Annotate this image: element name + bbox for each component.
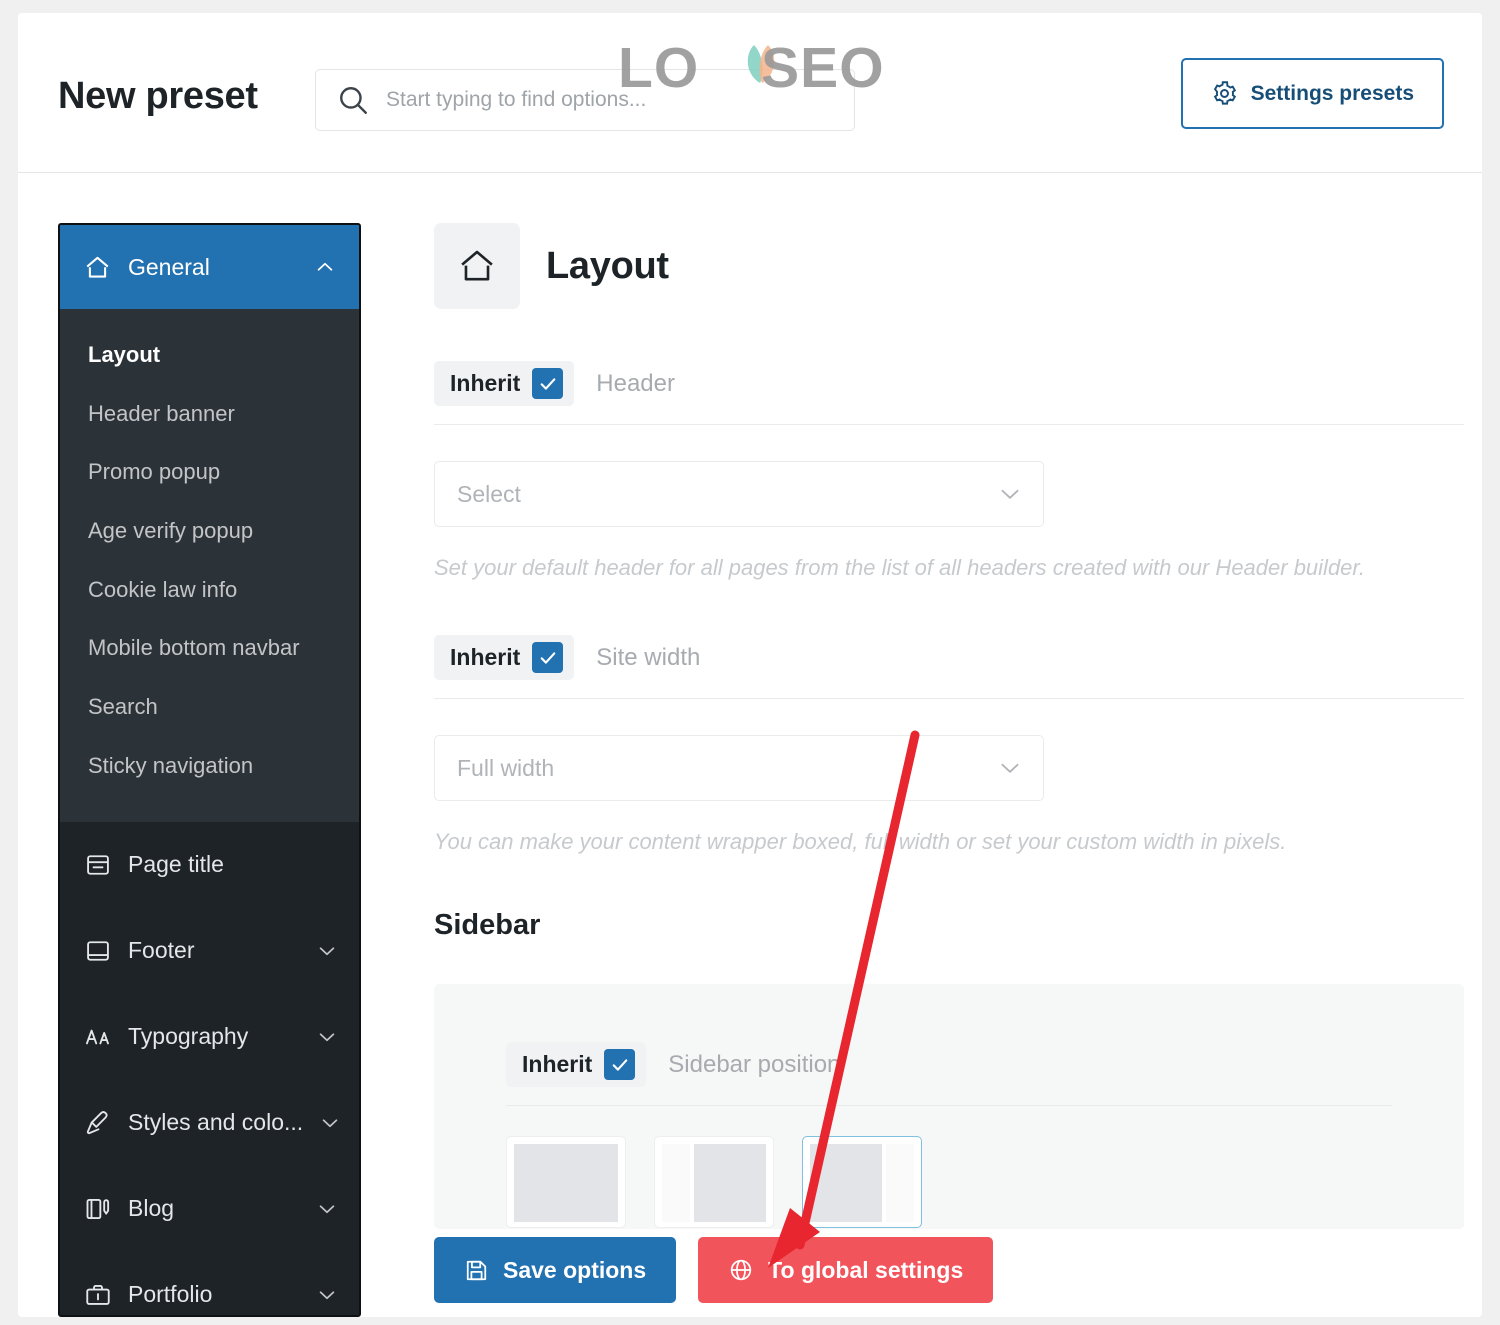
sidebar-item-search[interactable]: Search — [60, 678, 359, 737]
inherit-toggle-site-width[interactable]: Inherit — [434, 635, 575, 680]
sidebar-group-general[interactable]: General — [60, 225, 359, 309]
inherit-toggle-header[interactable]: Inherit — [434, 361, 575, 406]
sidebar-item-header-banner[interactable]: Header banner — [60, 385, 359, 444]
top-bar: New preset Settings presets — [18, 13, 1482, 173]
page-title: New preset — [58, 75, 258, 117]
chevron-down-icon[interactable] — [316, 1026, 338, 1048]
preview-content-block — [514, 1144, 618, 1222]
field-header-head: Inherit Header — [434, 361, 1464, 406]
sidebar-group-portfolio-label: Portfolio — [128, 1281, 213, 1307]
sidebar-item-layout[interactable]: Layout — [60, 326, 359, 385]
sidebar-group-footer-label: Footer — [128, 937, 195, 963]
brush-icon — [84, 1109, 112, 1137]
globe-icon — [728, 1257, 754, 1283]
sidebar-group-blog-label: Blog — [128, 1195, 175, 1221]
search-icon — [336, 83, 370, 117]
chevron-down-icon[interactable] — [997, 755, 1023, 781]
sidebar-position-options — [506, 1136, 1464, 1228]
inherit-checkbox[interactable] — [532, 368, 564, 399]
sidebar-item-mobile-bottom-navbar[interactable]: Mobile bottom navbar — [60, 619, 359, 678]
field-site-width-head: Inherit Site width — [434, 635, 1464, 680]
header-select-value: Select — [457, 480, 521, 507]
chevron-down-icon[interactable] — [316, 1198, 338, 1220]
field-label-header: Header — [596, 369, 675, 397]
page-title-icon — [84, 851, 112, 879]
chevron-down-icon[interactable] — [316, 940, 338, 962]
sidebar-block-title: Sidebar — [434, 909, 541, 941]
inherit-label: Inherit — [450, 644, 521, 670]
site-width-help-text: You can make your content wrapper boxed,… — [434, 829, 1287, 854]
preview-sidebar-block — [662, 1144, 690, 1222]
sidebar-group-page-title[interactable]: Page title — [60, 822, 359, 908]
sidebar-settings-panel: Inherit Sidebar position — [434, 984, 1464, 1229]
home-icon — [83, 253, 112, 282]
preview-sidebar-block — [886, 1144, 914, 1222]
divider — [434, 424, 1464, 425]
footer-icon — [84, 937, 112, 965]
search-box[interactable] — [315, 69, 855, 131]
typography-icon — [84, 1023, 112, 1051]
sidebar-option-no-sidebar[interactable] — [506, 1136, 626, 1228]
settings-presets-button[interactable]: Settings presets — [1180, 58, 1444, 129]
sidebar-item-age-verify-popup[interactable]: Age verify popup — [60, 502, 359, 561]
to-global-settings-button[interactable]: To global settings — [698, 1237, 994, 1303]
sidebar-item-cookie-law-info[interactable]: Cookie law info — [60, 561, 359, 620]
site-width-select[interactable]: Full width — [434, 735, 1044, 801]
to-global-settings-label: To global settings — [768, 1256, 964, 1283]
gear-icon — [1211, 80, 1238, 107]
sidebar-group-typography-label: Typography — [128, 1023, 249, 1049]
chevron-down-icon[interactable] — [319, 1112, 341, 1134]
preview-content-block — [694, 1144, 766, 1222]
section-title: Layout — [546, 244, 669, 287]
header-help-text: Set your default header for all pages fr… — [434, 555, 1366, 580]
sidebar-group-styles-and-colors-label: Styles and colo... — [128, 1109, 304, 1135]
sidebar-submenu: Layout Header banner Promo popup Age ver… — [60, 309, 359, 822]
app-window: New preset Settings presets — [18, 13, 1482, 1317]
inherit-checkbox[interactable] — [604, 1049, 636, 1080]
sidebar-group-general-label: General — [128, 253, 210, 280]
sidebar-group-page-title-label: Page title — [128, 851, 224, 877]
chevron-up-icon[interactable] — [314, 256, 336, 278]
header-select[interactable]: Select — [434, 461, 1044, 527]
home-icon — [434, 223, 520, 309]
body-split: General Layout Header banner Promo popup… — [18, 173, 1482, 1317]
sidebar-group-portfolio[interactable]: Portfolio — [60, 1252, 359, 1316]
save-options-button[interactable]: Save options — [434, 1237, 677, 1303]
chevron-down-icon[interactable] — [316, 1284, 338, 1306]
inherit-toggle-sidebar-position[interactable]: Inherit — [506, 1042, 647, 1087]
field-sidebar-position-head: Inherit Sidebar position — [506, 1042, 1464, 1087]
inherit-checkbox[interactable] — [532, 642, 564, 673]
sidebar-option-sidebar-left[interactable] — [654, 1136, 774, 1228]
settings-main-panel: Layout Inherit Header Select Set your de… — [420, 173, 1464, 1317]
section-header: Layout — [434, 223, 1464, 309]
preview-content-block — [810, 1144, 882, 1222]
action-bar: Save options To global settings — [434, 1237, 994, 1303]
field-label-sidebar-position: Sidebar position — [668, 1050, 841, 1078]
settings-presets-label: Settings presets — [1250, 81, 1414, 105]
sidebar-item-promo-popup[interactable]: Promo popup — [60, 443, 359, 502]
inherit-label: Inherit — [450, 370, 521, 396]
field-label-site-width: Site width — [596, 643, 701, 671]
search-input[interactable] — [386, 88, 834, 112]
sidebar-option-sidebar-right[interactable] — [802, 1136, 922, 1228]
chevron-down-icon[interactable] — [997, 481, 1023, 507]
blog-icon — [84, 1195, 112, 1223]
divider — [434, 698, 1464, 699]
inherit-label: Inherit — [522, 1051, 593, 1077]
sidebar-group-typography[interactable]: Typography — [60, 994, 359, 1080]
sidebar-item-sticky-navigation[interactable]: Sticky navigation — [60, 737, 359, 796]
settings-sidebar: General Layout Header banner Promo popup… — [58, 223, 361, 1317]
sidebar-group-footer[interactable]: Footer — [60, 908, 359, 994]
site-width-select-value: Full width — [457, 754, 555, 781]
sidebar-group-blog[interactable]: Blog — [60, 1166, 359, 1252]
save-disk-icon — [464, 1258, 489, 1283]
save-options-label: Save options — [503, 1256, 647, 1283]
portfolio-icon — [84, 1281, 112, 1309]
divider — [506, 1105, 1392, 1106]
sidebar-group-styles-and-colors[interactable]: Styles and colo... — [60, 1080, 359, 1166]
